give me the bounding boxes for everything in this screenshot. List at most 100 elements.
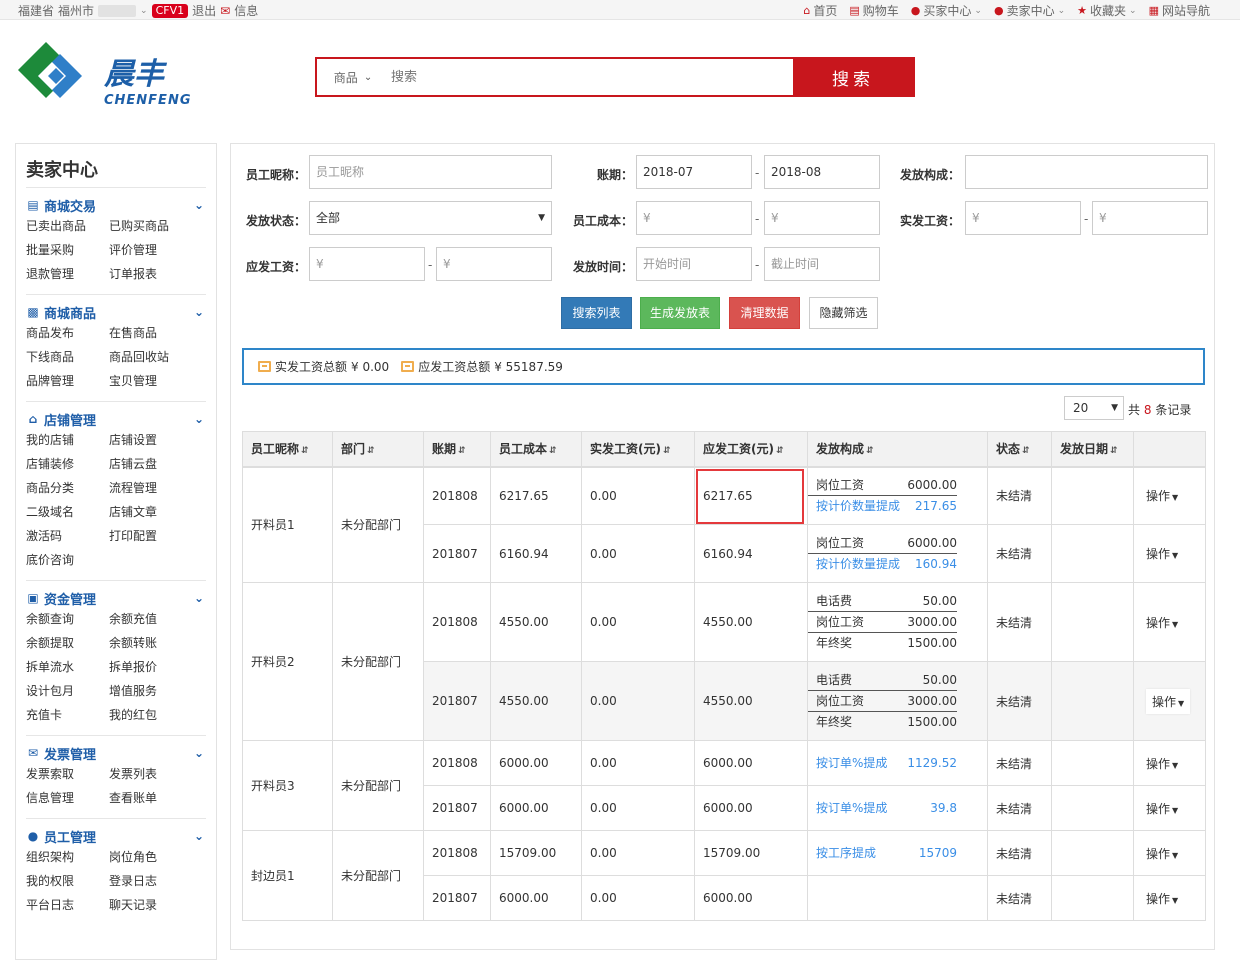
site-logo[interactable]: 晨丰 CHENFENG — [16, 40, 216, 116]
sidebar-item[interactable]: 余额查询 — [26, 607, 109, 631]
sidebar-item[interactable]: 下线商品 — [26, 345, 109, 369]
sidebar-item[interactable]: 流程管理 — [109, 476, 192, 500]
sidebar-item[interactable]: 我的权限 — [26, 869, 109, 893]
sidebar-item[interactable]: 设计包月 — [26, 679, 109, 703]
sidebar-item[interactable]: 余额提取 — [26, 631, 109, 655]
cost-min-input[interactable]: ¥ — [636, 201, 752, 235]
sidebar-item[interactable]: 已卖出商品 — [26, 214, 109, 238]
sidebar-item[interactable]: 拆单报价 — [109, 655, 192, 679]
sidebar-item[interactable]: 余额转账 — [109, 631, 192, 655]
sidebar-item[interactable]: 打印配置 — [109, 524, 192, 548]
column-header[interactable]: 发放构成 ⇵ — [807, 431, 988, 468]
search-button[interactable]: 搜索 — [793, 59, 913, 95]
sidebar-item[interactable]: 登录日志 — [109, 869, 192, 893]
sidebar-item[interactable]: 商品发布 — [26, 321, 109, 345]
chevron-down-icon[interactable]: ⌄ — [194, 305, 204, 319]
sidebar-section-header[interactable]: ▤ 商城交易 ⌄ — [26, 196, 206, 215]
ops-dropdown[interactable]: 操作 ▼ — [1146, 757, 1178, 771]
sidebar-section-header[interactable]: ✉ 发票管理 ⌄ — [26, 744, 206, 763]
sidebar-item[interactable]: 店铺云盘 — [109, 452, 192, 476]
sidebar-item[interactable]: 已购买商品 — [109, 214, 192, 238]
top-nav-site-map[interactable]: ▦ 网站导航 — [1149, 2, 1210, 19]
chevron-down-icon[interactable]: ⌄ — [194, 591, 204, 605]
sidebar-item[interactable]: 店铺文章 — [109, 500, 192, 524]
composition-line[interactable]: 按工序提成 15709 — [808, 843, 987, 864]
sidebar-item[interactable]: 平台日志 — [26, 893, 109, 917]
top-nav-home[interactable]: ⌂ 首页 — [803, 2, 837, 19]
payable-min-input[interactable]: ¥ — [309, 247, 425, 281]
sidebar-item[interactable]: 我的红包 — [109, 703, 192, 727]
ops-dropdown[interactable]: 操作 ▼ — [1146, 892, 1178, 906]
sidebar-item[interactable]: 在售商品 — [109, 321, 192, 345]
status-select[interactable]: 全部 ▼ — [309, 201, 552, 235]
sidebar-item[interactable]: 查看账单 — [109, 786, 192, 810]
sidebar-item[interactable]: 批量采购 — [26, 238, 109, 262]
ops-dropdown[interactable]: 操作 ▼ — [1146, 847, 1178, 861]
sidebar-item[interactable]: 信息管理 — [26, 786, 109, 810]
sidebar-item[interactable]: 订单报表 — [109, 262, 192, 286]
chevron-down-icon[interactable]: ⌄ — [194, 198, 204, 212]
sidebar-item[interactable]: 充值卡 — [26, 703, 109, 727]
cost-max-input[interactable]: ¥ — [764, 201, 880, 235]
column-header[interactable]: 员工昵称 ⇵ — [242, 431, 333, 468]
sidebar-item[interactable]: 发票列表 — [109, 762, 192, 786]
time-to-input[interactable]: 截止时间 — [764, 247, 880, 281]
sidebar-item[interactable]: 激活码 — [26, 524, 109, 548]
actual-max-input[interactable]: ¥ — [1092, 201, 1208, 235]
sidebar-item[interactable]: 增值服务 — [109, 679, 192, 703]
actual-min-input[interactable]: ¥ — [965, 201, 1081, 235]
sidebar-item[interactable]: 底价咨询 — [26, 548, 109, 572]
ops-dropdown[interactable]: 操作 ▼ — [1146, 688, 1191, 714]
sidebar-section-header[interactable]: ▩ 商城商品 ⌄ — [26, 303, 206, 322]
generate-table-button[interactable]: 生成发放表 — [640, 297, 720, 329]
city-selector[interactable]: 福州市 — [58, 2, 94, 19]
composition-line[interactable]: 按订单%提成 39.8 — [808, 798, 987, 819]
sidebar-item[interactable]: 我的店铺 — [26, 428, 109, 452]
chevron-down-icon[interactable]: ⌄ — [140, 6, 148, 16]
top-nav-favorites[interactable]: ★ 收藏夹 ⌄ — [1077, 2, 1136, 19]
sidebar-item[interactable]: 宝贝管理 — [109, 369, 192, 393]
column-header[interactable]: 部门 ⇵ — [332, 431, 424, 468]
sidebar-item[interactable]: 二级域名 — [26, 500, 109, 524]
ops-dropdown[interactable]: 操作 ▼ — [1146, 802, 1178, 816]
search-list-button[interactable]: 搜索列表 — [561, 297, 632, 329]
composition-line[interactable]: 按订单%提成 1129.52 — [808, 753, 987, 774]
column-header[interactable]: 员工成本 ⇵ — [490, 431, 582, 468]
sidebar-item[interactable]: 退款管理 — [26, 262, 109, 286]
top-nav-buyer-center[interactable]: ● 买家中心 ⌄ — [911, 2, 982, 19]
clear-data-button[interactable]: 清理数据 — [729, 297, 800, 329]
nickname-input[interactable]: 员工昵称 — [309, 155, 552, 189]
column-header[interactable]: 账期 ⇵ — [423, 431, 491, 468]
ops-dropdown[interactable]: 操作 ▼ — [1146, 616, 1178, 630]
sidebar-item[interactable]: 发票索取 — [26, 762, 109, 786]
column-header[interactable]: 应发工资(元) ⇵ — [694, 431, 808, 468]
messages-link[interactable]: 信息 — [234, 2, 258, 19]
composition-line[interactable]: 按计价数量提成 217.65 — [808, 496, 987, 517]
sidebar-item[interactable]: 店铺设置 — [109, 428, 192, 452]
sidebar-item[interactable]: 拆单流水 — [26, 655, 109, 679]
sidebar-item[interactable]: 商品回收站 — [109, 345, 192, 369]
logout-link[interactable]: 退出 — [192, 2, 216, 19]
ops-dropdown[interactable]: 操作 ▼ — [1146, 547, 1178, 561]
search-input[interactable] — [389, 59, 793, 95]
payable-max-input[interactable]: ¥ — [436, 247, 552, 281]
sidebar-item[interactable]: 商品分类 — [26, 476, 109, 500]
page-size-select[interactable]: 20 ▼ — [1064, 396, 1124, 420]
sidebar-item[interactable]: 余额充值 — [109, 607, 192, 631]
sidebar-section-header[interactable]: ⌂ 店铺管理 ⌄ — [26, 410, 206, 429]
time-from-input[interactable]: 开始时间 — [636, 247, 752, 281]
top-nav-cart[interactable]: ▤ 购物车 — [849, 2, 898, 19]
period-from-input[interactable]: 2018-07 — [636, 155, 752, 189]
sidebar-item[interactable]: 聊天记录 — [109, 893, 192, 917]
sidebar-section-header[interactable]: ● 员工管理 ⌄ — [26, 827, 206, 846]
sidebar-item[interactable]: 组织架构 — [26, 845, 109, 869]
chevron-down-icon[interactable]: ⌄ — [194, 412, 204, 426]
hide-filter-button[interactable]: 隐藏筛选 — [809, 297, 878, 329]
chevron-down-icon[interactable]: ⌄ — [194, 829, 204, 843]
column-header[interactable]: 发放日期 ⇵ — [1051, 431, 1134, 468]
sidebar-item[interactable]: 评价管理 — [109, 238, 192, 262]
composition-input[interactable] — [965, 155, 1208, 189]
search-category-select[interactable]: 商品 ⌄ — [317, 59, 389, 95]
ops-dropdown[interactable]: 操作 ▼ — [1146, 489, 1178, 503]
chevron-down-icon[interactable]: ⌄ — [194, 746, 204, 760]
